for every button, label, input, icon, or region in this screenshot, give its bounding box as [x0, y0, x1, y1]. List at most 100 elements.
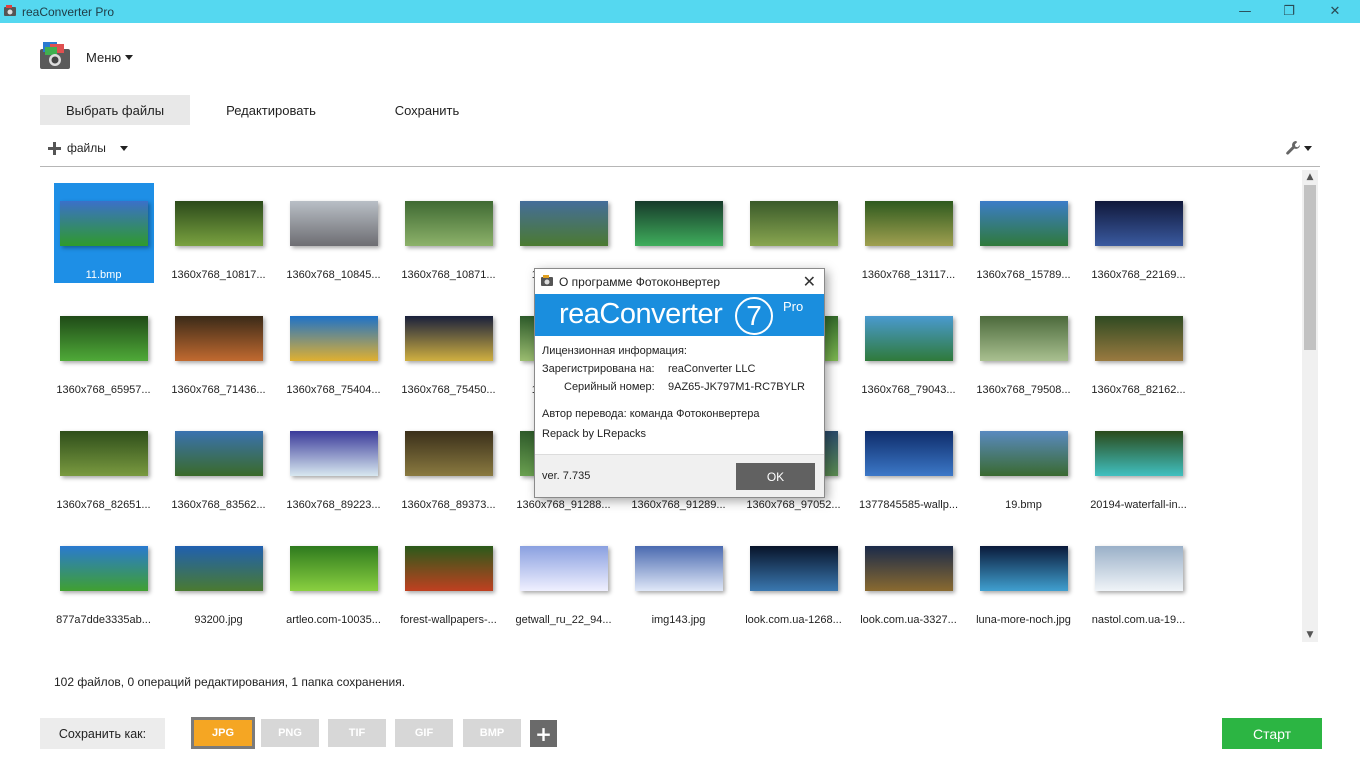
thumbnail-item[interactable]: 1360x768_75404...: [284, 298, 384, 398]
scroll-down-icon[interactable]: ▼: [1305, 630, 1315, 640]
thumbnail-item[interactable]: 20194-waterfall-in...: [1089, 413, 1189, 513]
thumbnail-item[interactable]: 1360x768_83562...: [169, 413, 269, 513]
thumbnail-image: [865, 316, 953, 361]
close-icon[interactable]: ✕: [803, 272, 816, 291]
thumbnail-label: 1360x768_15789...: [976, 269, 1071, 281]
thumbnail-image: [405, 201, 493, 246]
thumbnail-label: 1360x768_65957...: [56, 384, 151, 396]
thumbnail-image: [175, 546, 263, 591]
tab-select-files[interactable]: Выбрать файлы: [40, 95, 190, 125]
vertical-scrollbar[interactable]: ▲ ▼: [1302, 170, 1318, 642]
thumbnail-item[interactable]: 1360x768_75450...: [399, 298, 499, 398]
start-button[interactable]: Старт: [1222, 718, 1322, 749]
thumbnail-item[interactable]: look.com.ua-1268...: [744, 528, 844, 628]
app-icon: [4, 5, 16, 16]
thumbnail-item[interactable]: 1360x768_65957...: [54, 298, 154, 398]
format-jpg-button[interactable]: JPG: [191, 717, 255, 749]
thumbnail-item[interactable]: 1360x768_15789...: [974, 183, 1074, 283]
minimize-button[interactable]: —: [1222, 0, 1268, 23]
format-bmp-button[interactable]: BMP: [463, 719, 521, 747]
brand-name: reaConverter: [559, 298, 723, 330]
file-toolbar: файлы: [40, 138, 1320, 167]
thumbnail-item[interactable]: forest-wallpapers-...: [399, 528, 499, 628]
app-logo: [40, 42, 70, 69]
thumbnail-item[interactable]: 1360x768_10871...: [399, 183, 499, 283]
tab-label: Сохранить: [394, 102, 460, 118]
thumbnail-image: [175, 201, 263, 246]
scroll-up-icon[interactable]: ▲: [1305, 172, 1315, 182]
thumbnail-item[interactable]: 1360x768_89223...: [284, 413, 384, 513]
thumbnail-label: 1360x768_89223...: [286, 499, 381, 511]
thumbnail-image: [290, 316, 378, 361]
chevron-down-icon: [1304, 145, 1312, 151]
thumbnail-image: [520, 546, 608, 591]
thumbnail-label: 1360x768_10845...: [286, 269, 381, 281]
thumbnail-item[interactable]: artleo.com-10035...: [284, 528, 384, 628]
tab-label: Редактировать: [226, 102, 316, 118]
thumbnail-image: [520, 201, 608, 246]
thumbnail-image: [60, 546, 148, 591]
thumbnail-item[interactable]: 19.bmp: [974, 413, 1074, 513]
thumbnail-image: [1095, 201, 1183, 246]
thumbnail-item[interactable]: img143.jpg: [629, 528, 729, 628]
thumbnail-item[interactable]: 1360x768_79043...: [859, 298, 959, 398]
thumbnail-item[interactable]: 11.bmp: [54, 183, 154, 283]
thumbnail-image: [405, 546, 493, 591]
scroll-thumb[interactable]: [1304, 185, 1316, 350]
add-format-button[interactable]: +: [530, 720, 557, 747]
thumbnail-image: [980, 546, 1068, 591]
thumbnail-item[interactable]: luna-more-noch.jpg: [974, 528, 1074, 628]
thumbnail-item[interactable]: 93200.jpg: [169, 528, 269, 628]
tab-edit[interactable]: Редактировать: [196, 95, 346, 125]
thumbnail-label: 1360x768_10817...: [171, 269, 266, 281]
add-files-button[interactable]: файлы: [48, 141, 128, 155]
thumbnail-item[interactable]: 1360x768_10845...: [284, 183, 384, 283]
thumbnail-label: artleo.com-10035...: [286, 614, 381, 626]
tab-save[interactable]: Сохранить: [352, 95, 502, 125]
registered-label: Зарегистрирована на:: [542, 363, 655, 375]
dialog-footer: ver. 7.735 OK: [535, 454, 824, 497]
thumbnail-image: [750, 546, 838, 591]
thumbnail-label: 1360x768_79508...: [976, 384, 1071, 396]
ok-button[interactable]: OK: [736, 463, 815, 490]
thumbnail-label: 1360x768_82651...: [56, 499, 151, 511]
thumbnail-label: 1377845585-wallp...: [858, 499, 959, 511]
thumbnail-label: 877a7dde3335ab...: [56, 614, 151, 626]
thumbnail-item[interactable]: 1360x768_10817...: [169, 183, 269, 283]
title-bar: reaConverter Pro — ❐ ✕: [0, 0, 1360, 23]
thumbnail-image: [175, 316, 263, 361]
thumbnail-item[interactable]: nastol.com.ua-19...: [1089, 528, 1189, 628]
license-heading: Лицензионная информация:: [542, 345, 687, 357]
thumbnail-label: 11.bmp: [85, 269, 122, 281]
thumbnail-item[interactable]: 1377845585-wallp...: [859, 413, 959, 513]
thumbnail-image: [1095, 431, 1183, 476]
thumbnail-item[interactable]: 1360x768_13117...: [859, 183, 959, 283]
chevron-down-icon: [119, 145, 128, 151]
app-icon: [541, 275, 553, 286]
thumbnail-item[interactable]: 1360x768_79508...: [974, 298, 1074, 398]
thumbnail-label: nastol.com.ua-19...: [1091, 614, 1186, 626]
translator-text: Автор перевода: команда Фотоконвертера: [542, 408, 760, 420]
thumbnail-item[interactable]: getwall_ru_22_94...: [514, 528, 614, 628]
thumbnail-item[interactable]: 877a7dde3335ab...: [54, 528, 154, 628]
thumbnail-label: 1360x768_97052...: [746, 499, 841, 511]
close-window-button[interactable]: ✕: [1312, 0, 1358, 23]
version-badge: 7: [735, 297, 773, 335]
thumbnail-item[interactable]: 1360x768_89373...: [399, 413, 499, 513]
thumbnail-image: [750, 201, 838, 246]
thumbnail-item[interactable]: 1360x768_71436...: [169, 298, 269, 398]
menu-button[interactable]: Меню: [86, 50, 134, 65]
format-tif-button[interactable]: TIF: [328, 719, 386, 747]
thumbnail-label: 1360x768_13117...: [861, 269, 956, 281]
thumbnail-item[interactable]: 1360x768_82651...: [54, 413, 154, 513]
thumbnail-label: 1360x768_75450...: [401, 384, 496, 396]
maximize-button[interactable]: ❐: [1266, 0, 1312, 23]
format-png-button[interactable]: PNG: [261, 719, 319, 747]
thumbnail-label: 1360x768_79043...: [861, 384, 956, 396]
thumbnail-item[interactable]: look.com.ua-3327...: [859, 528, 959, 628]
thumbnail-item[interactable]: 1360x768_22169...: [1089, 183, 1189, 283]
settings-button[interactable]: [1285, 140, 1312, 156]
thumbnail-item[interactable]: 1360x768_82162...: [1089, 298, 1189, 398]
minimize-icon: —: [1238, 4, 1252, 19]
format-gif-button[interactable]: GIF: [395, 719, 453, 747]
